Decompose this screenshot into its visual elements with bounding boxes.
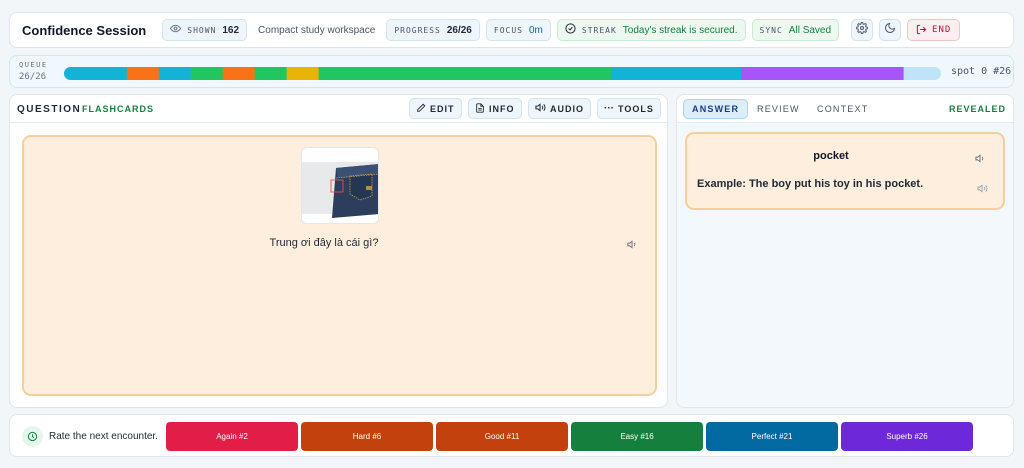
pencil-icon [416,103,426,115]
queue-segment [158,67,192,80]
session-header: Confidence Session SHOWN 162 Compact stu… [9,12,1014,48]
answer-word: pocket [813,150,849,162]
tab-context[interactable]: CONTEXT [809,99,876,119]
jeans-pocket-image [302,148,378,223]
settings-button[interactable] [851,19,874,41]
session-title: Confidence Session [22,22,147,38]
question-title: QUESTION [17,104,82,115]
rate-superb-button[interactable]: Superb #26 [841,422,973,451]
queue-segment [64,67,128,80]
play-example-audio-button[interactable] [977,181,988,199]
queue-segment [254,67,287,80]
rating-bar: Rate the next encounter. Again #2 Hard #… [9,414,1014,457]
deck-name: FLASHCARDS [82,104,154,114]
eye-icon [170,23,182,37]
queue-label: QUEUE [19,61,48,69]
queue-segment [286,67,319,80]
focus-stat: FOCUS 0m [485,19,551,41]
queue-spot: spot 0 #26 [951,66,1012,77]
answer-panel: ANSWER REVIEW CONTEXT REVEALED pocket Ex… [676,94,1014,408]
rate-hard-button[interactable]: Hard #6 [301,422,433,451]
info-button[interactable]: INFO [468,98,522,119]
answer-card: pocket Example: The boy put his toy in h… [685,132,1005,210]
end-session-button[interactable]: END [907,19,961,41]
queue-segment [126,67,160,80]
queue-segment [222,67,255,80]
speaker-icon [977,181,988,198]
theme-toggle-button[interactable] [879,19,902,41]
edit-button[interactable]: EDIT [409,98,462,119]
question-card: Trung ơi đây là cái gì? [22,135,657,396]
queue-count: 26/26 [19,72,47,82]
gear-icon [856,21,869,39]
moon-icon [884,21,896,39]
queue-segment [610,67,742,80]
rate-perfect-button[interactable]: Perfect #21 [706,422,838,451]
answer-example: Example: The boy put his toy in his pock… [697,178,924,190]
rate-icon [22,426,43,447]
speaker-icon [975,151,986,168]
queue-segment [741,67,904,80]
question-header: QUESTION FLASHCARDS EDIT INFO AUDIO ··· … [10,95,667,123]
queue-track [64,67,941,80]
audio-button[interactable]: AUDIO [528,98,591,119]
rate-again-button[interactable]: Again #2 [166,422,298,451]
tab-review[interactable]: REVIEW [749,99,808,119]
play-question-audio-button[interactable] [627,237,638,255]
tools-button[interactable]: ··· TOOLS [597,98,661,119]
more-icon: ··· [604,103,614,114]
rating-prompt: Rate the next encounter. [49,431,158,442]
answer-tabs: ANSWER REVIEW CONTEXT REVEALED [677,95,1013,123]
speaker-icon [535,102,546,115]
queue-segment [318,67,612,80]
speaker-icon [627,237,638,254]
rate-good-button[interactable]: Good #11 [436,422,568,451]
queue-bar: QUEUE 26/26 spot 0 #26 [9,55,1014,88]
shown-stat: SHOWN 162 [162,19,248,41]
queue-segments [64,67,904,80]
check-circle-icon [565,23,576,37]
progress-stat: PROGRESS 26/26 [386,19,480,41]
logout-icon [916,24,927,37]
reveal-status: REVEALED [948,104,1006,114]
document-icon [475,102,485,115]
question-panel: QUESTION FLASHCARDS EDIT INFO AUDIO ··· … [9,94,668,408]
play-word-audio-button[interactable] [975,151,986,169]
rate-easy-button[interactable]: Easy #16 [571,422,703,451]
tab-answer[interactable]: ANSWER [683,99,749,119]
question-prompt: Trung ơi đây là cái gì? [269,237,379,249]
question-image [301,147,379,224]
queue-segment [190,67,224,80]
streak-stat: STREAK Today's streak is secured. [556,19,746,41]
workspace-subtitle: Compact study workspace [258,24,376,36]
sync-status: SYNC All Saved [751,19,840,41]
